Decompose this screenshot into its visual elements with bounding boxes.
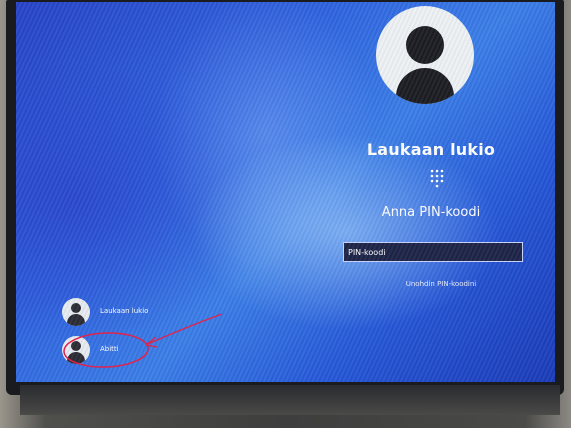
selected-user-avatar-icon <box>376 6 474 104</box>
user-avatar-icon <box>62 336 90 364</box>
forgot-pin-link[interactable]: Unohdin PIN-koodini <box>376 280 506 288</box>
lock-screen: Laukaan lukio Anna PIN-koodi Unohdin PIN… <box>16 2 555 382</box>
user-avatar-icon <box>62 298 90 326</box>
keypad-icon <box>426 167 448 189</box>
user-tile-laukaan-lukio[interactable]: Laukaan lukio <box>62 298 182 328</box>
laptop-bezel-bottom <box>20 385 560 415</box>
pin-input[interactable] <box>343 242 523 262</box>
user-tile-abitti[interactable]: Abitti <box>62 336 182 366</box>
selected-user-name: Laukaan lukio <box>366 140 496 159</box>
pin-prompt: Anna PIN-koodi <box>381 205 481 220</box>
user-tile-label: Abitti <box>100 345 119 353</box>
user-tile-label: Laukaan lukio <box>100 307 149 315</box>
